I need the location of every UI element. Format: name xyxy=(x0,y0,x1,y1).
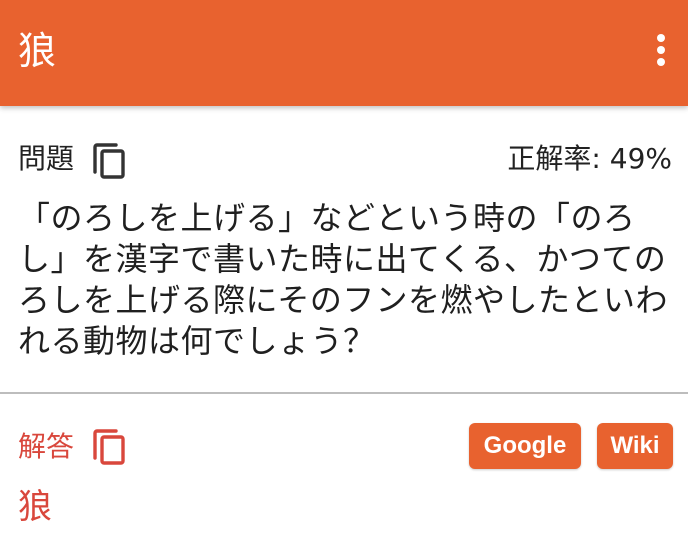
app-bar: 狼 xyxy=(0,0,688,106)
divider xyxy=(0,392,688,394)
wiki-search-button[interactable]: Wiki xyxy=(597,423,673,469)
question-text: 「のろしを上げる」などという時の「のろし」を漢字で書いた時に出てくる、かつてのろ… xyxy=(18,199,669,360)
more-vert-icon[interactable] xyxy=(648,30,674,70)
copy-question-icon[interactable] xyxy=(92,142,126,180)
answer-label: 解答 xyxy=(18,430,75,463)
app-title: 狼 xyxy=(18,29,57,73)
google-search-button[interactable]: Google xyxy=(469,423,581,469)
correct-rate: 正解率: 49% xyxy=(507,142,672,175)
answer-text: 狼 xyxy=(18,487,52,527)
copy-answer-icon[interactable] xyxy=(92,428,126,466)
question-section: 問題 正解率: 49% 「のろしを上げる」などという時の「のろし」を漢字で書いた… xyxy=(0,106,688,394)
question-label: 問題 xyxy=(18,142,75,175)
